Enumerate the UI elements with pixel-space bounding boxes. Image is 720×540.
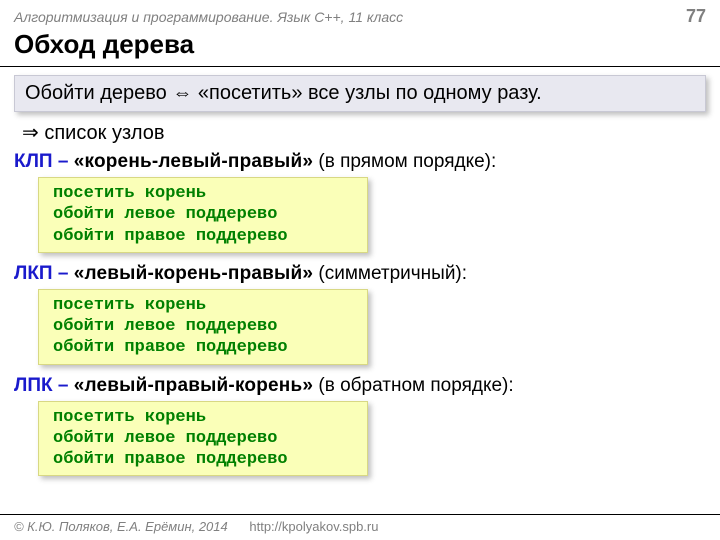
section-name: «корень-левый-правый» [74, 151, 313, 172]
footer-copyright: © К.Ю. Поляков, Е.А. Ерёмин, 2014 [14, 519, 228, 534]
section-heading: КЛП – «корень-левый-правый» (в прямом по… [14, 151, 706, 173]
code-line: обойти правое поддерево [53, 337, 353, 358]
section-suffix: (симметричный): [313, 263, 467, 284]
code-line: обойти правое поддерево [53, 449, 353, 470]
code-box: посетить корень обойти левое поддерево о… [38, 401, 368, 477]
course-name: Алгоритмизация и программирование. Язык … [14, 9, 403, 25]
section-dash: – [53, 263, 74, 284]
code-line: обойти левое поддерево [53, 316, 353, 337]
slide-header: Алгоритмизация и программирование. Язык … [0, 0, 720, 29]
footer-url: http://kpolyakov.spb.ru [249, 519, 378, 534]
slide-footer: © К.Ю. Поляков, Е.А. Ерёмин, 2014 http:/… [0, 514, 720, 540]
section-suffix: (в прямом порядке): [313, 151, 496, 172]
section-abbr: ЛПК [14, 375, 53, 396]
section-dash: – [53, 151, 74, 172]
slide-content: Обойти дерево ⇔ «посетить» все узлы по о… [0, 75, 720, 476]
code-line: посетить корень [53, 407, 353, 428]
page-number: 77 [686, 6, 706, 27]
slide-title: Обход дерева [0, 29, 720, 66]
section-heading: ЛКП – «левый-корень-правый» (симметричны… [14, 263, 706, 285]
definition-text: Обойти дерево ⇔ «посетить» все узлы по о… [25, 82, 542, 104]
section-suffix: (в обратном порядке): [313, 375, 514, 396]
section-heading: ЛПК – «левый-правый-корень» (в обратном … [14, 375, 706, 397]
section-abbr: ЛКП [14, 263, 53, 284]
arrow-line: ⇒ список узлов [14, 120, 706, 145]
definition-box: Обойти дерево ⇔ «посетить» все узлы по о… [14, 75, 706, 112]
code-line: посетить корень [53, 295, 353, 316]
code-line: обойти левое поддерево [53, 204, 353, 225]
section-dash: – [53, 375, 74, 396]
title-rule [0, 66, 720, 67]
code-line: посетить корень [53, 183, 353, 204]
code-box: посетить корень обойти левое поддерево о… [38, 289, 368, 365]
code-line: обойти правое поддерево [53, 226, 353, 247]
section-name: «левый-корень-правый» [74, 263, 313, 284]
section-name: «левый-правый-корень» [74, 375, 313, 396]
code-box: посетить корень обойти левое поддерево о… [38, 177, 368, 253]
section-abbr: КЛП [14, 151, 53, 172]
code-line: обойти левое поддерево [53, 428, 353, 449]
